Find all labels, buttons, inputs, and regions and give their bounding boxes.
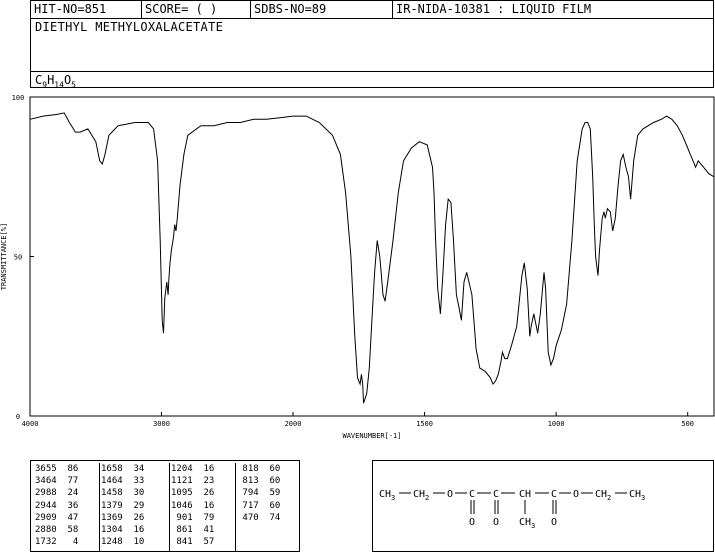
peak-row: 717 60	[237, 500, 281, 511]
peak-row: 2944 36	[35, 500, 79, 511]
atom-ch2: CH2	[413, 489, 429, 502]
peak-row: 470 74	[237, 512, 281, 523]
peak-row: 841 57	[171, 537, 215, 548]
peak-row: 3464 77	[35, 476, 79, 487]
header-row: HIT-NO=851 SCORE= ( ) SDBS-NO=89 IR-NIDA…	[31, 1, 713, 19]
peak-row: 794 59	[237, 488, 281, 499]
x-tick-label: 4000	[22, 420, 39, 428]
structure-diagram: CH3 CH2 O C C CH C O CH2 CH3 O O O CH3	[372, 460, 714, 552]
peak-row: 901 79	[171, 512, 215, 523]
peak-row: 861 41	[171, 524, 215, 535]
atom-o: O	[469, 517, 475, 528]
ir-info: IR-NIDA-10381 : LIQUID FILM	[396, 2, 592, 16]
x-axis-label: WAVENUMBER[-1]	[342, 432, 401, 440]
x-tick-label: 1000	[548, 420, 565, 428]
atom-ch: CH	[519, 489, 531, 500]
peak-row: 1458 30	[101, 488, 145, 499]
peak-row: 813 60	[237, 476, 281, 487]
spectrum-header: HIT-NO=851 SCORE= ( ) SDBS-NO=89 IR-NIDA…	[30, 0, 714, 89]
atom-ch3: CH3	[519, 517, 535, 530]
peak-row: 3655 86	[35, 464, 79, 474]
peak-row: 1304 16	[101, 524, 145, 535]
plot-border	[29, 96, 715, 417]
peak-column: 818 60 813 60 794 59 717 60 470 74	[237, 463, 297, 551]
hit-number: HIT-NO=851	[31, 1, 142, 18]
x-tick-label: 500	[681, 420, 694, 428]
peak-row: 1248 10	[101, 537, 145, 548]
atom-c: C	[469, 489, 475, 500]
y-tick-label: 50	[14, 254, 22, 262]
atom-o: O	[493, 517, 499, 528]
peak-row: 1046 16	[171, 500, 215, 511]
ir-spectrum-chart: 4000 3000 2000 1500 1000 500 0 50 100 WAVENUMBER…	[0, 94, 715, 440]
atom-ch3: CH3	[379, 489, 395, 502]
peak-row: 2880 58	[35, 524, 79, 535]
y-tick-label: 100	[12, 94, 25, 102]
peak-row: 818 60	[237, 464, 281, 474]
peak-row: 1095 26	[171, 488, 215, 499]
divider	[31, 71, 713, 72]
peak-row: 2909 47	[35, 512, 79, 523]
peak-row: 1369 26	[101, 512, 145, 523]
peak-row: 1464 33	[101, 476, 145, 487]
y-axis-label: TRANSMITTANCE[%]	[0, 223, 8, 290]
peak-row: 1732 4	[35, 537, 79, 548]
axis-ticks: 4000 3000 2000 1500 1000 500 0 50 100	[12, 94, 694, 428]
atom-c: C	[551, 489, 557, 500]
peak-table: 3655 86 3464 77 2988 24 2944 36 2909 47 2880 …	[30, 460, 300, 552]
peak-row: 1379 29	[101, 500, 145, 511]
peak-row: 1121 23	[171, 476, 215, 487]
x-tick-label: 1500	[416, 420, 433, 428]
y-tick-label: 0	[16, 413, 20, 421]
plot-frame	[29, 96, 715, 417]
atom-ch2: CH2	[595, 489, 611, 502]
atom-o: O	[447, 489, 453, 500]
sdbs-number: SDBS-NO=89	[251, 1, 393, 18]
molecular-formula: C9H14O5	[35, 73, 76, 89]
compound-name: DIETHYL METHYLOXALACETATE	[35, 20, 224, 34]
peak-column: 1658 34 1464 33 1458 30 1379 29 1369 26 1304 …	[101, 463, 170, 551]
peak-column: 1204 16 1121 23 1095 26 1046 16 901 79 861 …	[171, 463, 236, 551]
peak-row: 1204 16	[171, 464, 215, 474]
x-tick-label: 3000	[153, 420, 170, 428]
score: SCORE= ( )	[142, 1, 251, 18]
peak-column: 3655 86 3464 77 2988 24 2944 36 2909 47 2880 …	[35, 463, 100, 551]
peak-row: 2988 24	[35, 488, 79, 499]
atom-ch3: CH3	[629, 489, 645, 502]
atom-o: O	[573, 489, 579, 500]
peak-row: 1658 34	[101, 464, 145, 474]
atom-o: O	[551, 517, 557, 528]
spectrum-series-line	[29, 112, 715, 404]
atom-c: C	[493, 489, 499, 500]
x-tick-label: 2000	[285, 420, 302, 428]
